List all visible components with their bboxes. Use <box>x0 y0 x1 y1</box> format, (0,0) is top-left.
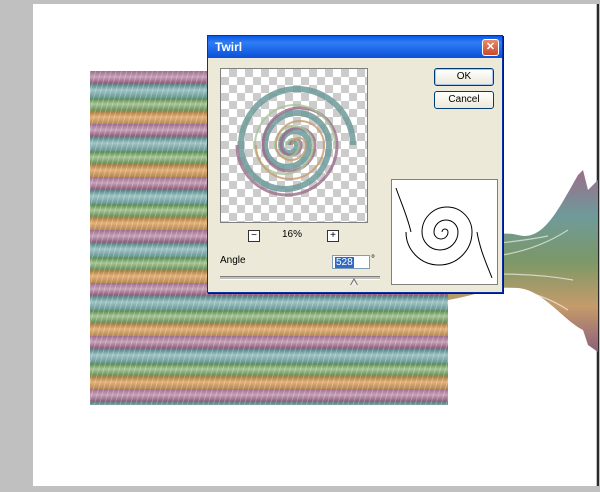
angle-label: Angle <box>220 255 246 266</box>
zoom-in-icon: + <box>330 230 336 241</box>
zoom-level: 16% <box>282 229 303 240</box>
twirl-dialog: Twirl ✕ − 16% + Angle 528 ° OK Cancel <box>207 35 503 293</box>
filter-preview[interactable] <box>220 68 368 223</box>
angle-input[interactable]: 528 <box>332 255 370 269</box>
dialog-title: Twirl <box>215 40 243 54</box>
close-icon: ✕ <box>485 41 496 53</box>
ok-button[interactable]: OK <box>434 68 494 86</box>
cancel-button[interactable]: Cancel <box>434 91 494 109</box>
degree-unit: ° <box>371 254 375 265</box>
zoom-out-button[interactable]: − <box>248 230 260 242</box>
angle-slider-thumb[interactable] <box>350 278 359 285</box>
angle-value: 528 <box>335 257 354 268</box>
twirl-preview-image <box>235 86 356 197</box>
close-button[interactable]: ✕ <box>482 39 499 56</box>
zoom-in-button[interactable]: + <box>327 230 339 242</box>
dialog-titlebar[interactable]: Twirl ✕ <box>208 36 502 58</box>
zoom-out-icon: − <box>251 230 257 241</box>
twirl-spiral-icon <box>391 179 498 285</box>
